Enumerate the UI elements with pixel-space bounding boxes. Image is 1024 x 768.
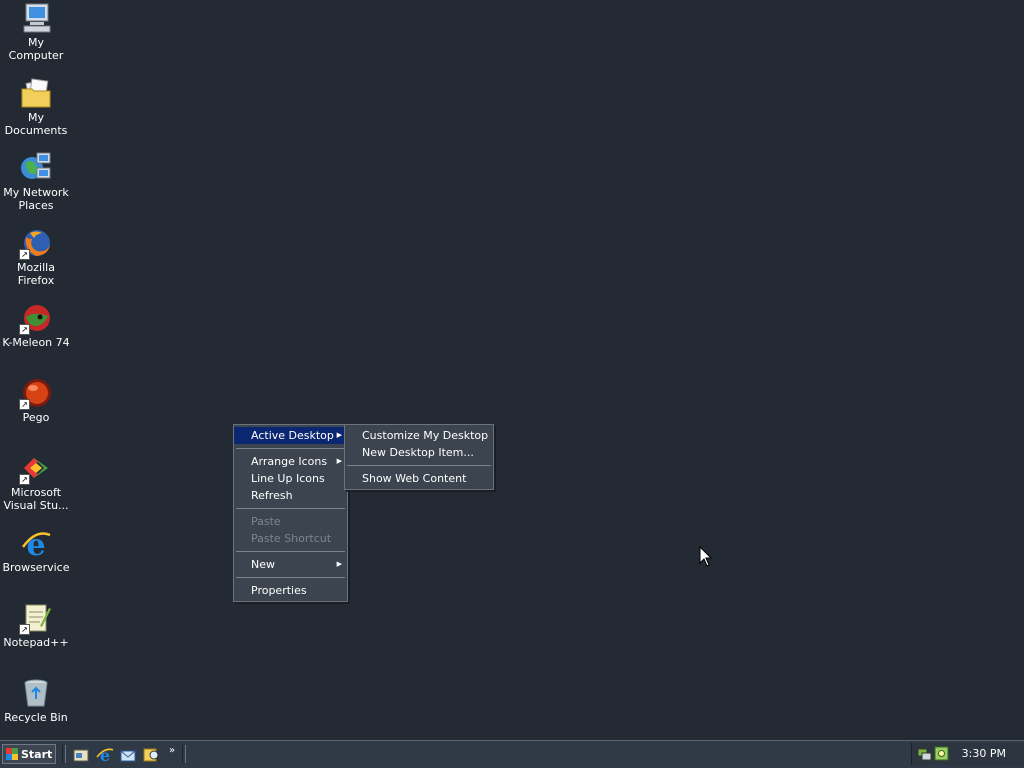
desktop-icon-label: K-Meleon 74	[2, 336, 70, 349]
desktop-icon-label: My Network Places	[3, 186, 69, 212]
my-documents-icon	[20, 77, 52, 109]
desktop-icon-my-documents[interactable]: My Documents	[0, 77, 72, 137]
submenu-arrow-icon: ▶	[336, 431, 342, 439]
menu-item-label: New	[251, 558, 275, 571]
desktop-icon-label: Pego	[22, 411, 50, 424]
menu-item-arrange-icons[interactable]: Arrange Icons ▶	[234, 453, 347, 470]
recycle-bin-icon	[20, 677, 52, 709]
taskbar: Start e » 3:30 PM	[0, 740, 1024, 768]
menu-separator	[236, 508, 345, 509]
menu-item-customize-my-desktop[interactable]: Customize My Desktop	[345, 427, 493, 444]
windows-flag-icon	[6, 748, 18, 760]
menu-item-paste: Paste	[234, 513, 347, 530]
firefox-icon: ↗	[19, 227, 52, 260]
desktop-icon-pego[interactable]: ↗ Pego	[0, 377, 72, 424]
menu-separator	[236, 551, 345, 552]
menu-item-paste-shortcut: Paste Shortcut	[234, 530, 347, 547]
quicklaunch-outlook-express-icon[interactable]	[119, 746, 137, 764]
desktop-icon-label: My Computer	[8, 36, 64, 62]
shortcut-arrow-icon: ↗	[19, 624, 30, 635]
menu-item-label: Active Desktop	[251, 429, 334, 442]
start-label: Start	[21, 747, 53, 761]
shortcut-arrow-icon: ↗	[19, 399, 30, 410]
taskbar-clock[interactable]: 3:30 PM	[962, 747, 1006, 760]
visual-studio-icon: ↗	[19, 452, 52, 485]
quicklaunch-show-desktop-icon[interactable]	[72, 746, 90, 764]
desktop-icon-notepad-plus-plus[interactable]: ↗ Notepad++	[0, 602, 72, 649]
menu-item-label: New Desktop Item...	[362, 446, 474, 459]
quicklaunch-more-chevron-icon[interactable]: »	[169, 745, 175, 756]
menu-item-label: Paste	[251, 515, 281, 528]
notepadpp-icon: ↗	[19, 602, 52, 635]
pego-icon: ↗	[19, 377, 52, 410]
shortcut-arrow-icon: ↗	[19, 474, 30, 485]
quicklaunch-search-icon[interactable]	[143, 746, 161, 764]
menu-item-label: Show Web Content	[362, 472, 467, 485]
menu-item-new-desktop-item[interactable]: New Desktop Item...	[345, 444, 493, 461]
menu-item-active-desktop[interactable]: Active Desktop ▶	[234, 427, 347, 444]
menu-separator	[347, 465, 491, 466]
shortcut-arrow-icon: ↗	[19, 324, 30, 335]
menu-item-refresh[interactable]: Refresh	[234, 487, 347, 504]
quicklaunch-internet-explorer-icon[interactable]: e	[96, 746, 114, 765]
submenu-arrow-icon: ▶	[336, 560, 342, 568]
menu-item-label: Customize My Desktop	[362, 429, 489, 442]
desktop-icon-label: Recycle Bin	[4, 711, 68, 724]
menu-item-label: Line Up Icons	[251, 472, 325, 485]
desktop-icon-mozilla-firefox[interactable]: ↗ Mozilla Firefox	[0, 227, 72, 287]
menu-item-show-web-content[interactable]: Show Web Content	[345, 470, 493, 487]
desktop-icon-label: Microsoft Visual Stu...	[3, 486, 69, 512]
taskbar-separator	[62, 745, 66, 763]
taskbar-separator	[182, 745, 186, 763]
desktop-icon-visual-studio[interactable]: ↗ Microsoft Visual Stu...	[0, 452, 72, 512]
desktop[interactable]: My Computer My Documents My Network Plac…	[0, 0, 1024, 740]
desktop-icon-my-network-places[interactable]: My Network Places	[0, 152, 72, 212]
desktop-icon-label: Notepad++	[3, 636, 69, 649]
start-button[interactable]: Start	[2, 744, 56, 764]
menu-separator	[236, 448, 345, 449]
desktop-icon-label: Browservice	[2, 561, 70, 574]
desktop-icon-browservice[interactable]: e Browservice	[0, 527, 72, 574]
submenu-arrow-icon: ▶	[336, 457, 342, 465]
active-desktop-submenu: Customize My Desktop New Desktop Item...…	[344, 424, 494, 490]
desktop-icon-my-computer[interactable]: My Computer	[0, 2, 72, 62]
desktop-context-menu: Active Desktop ▶ Arrange Icons ▶ Line Up…	[233, 424, 348, 602]
internet-explorer-icon: e	[20, 527, 52, 563]
shortcut-arrow-icon: ↗	[19, 249, 30, 260]
desktop-icon-label: Mozilla Firefox	[17, 261, 55, 287]
menu-item-line-up-icons[interactable]: Line Up Icons	[234, 470, 347, 487]
desktop-icon-k-meleon[interactable]: ↗ K-Meleon 74	[0, 302, 72, 349]
system-tray: 3:30 PM	[911, 743, 1024, 765]
menu-separator	[236, 577, 345, 578]
desktop-icon-recycle-bin[interactable]: Recycle Bin	[0, 677, 72, 724]
menu-item-label: Paste Shortcut	[251, 532, 332, 545]
menu-item-new[interactable]: New ▶	[234, 556, 347, 573]
my-computer-icon	[20, 2, 52, 34]
tray-network-icon[interactable]	[917, 746, 932, 761]
menu-item-label: Properties	[251, 584, 307, 597]
network-places-icon	[20, 152, 52, 184]
desktop-icon-label: My Documents	[4, 111, 68, 137]
mouse-pointer-icon	[699, 545, 713, 571]
tray-security-icon[interactable]	[934, 746, 949, 761]
kmeleon-icon: ↗	[19, 302, 52, 335]
menu-item-label: Arrange Icons	[251, 455, 328, 468]
menu-item-label: Refresh	[251, 489, 293, 502]
menu-item-properties[interactable]: Properties	[234, 582, 347, 599]
